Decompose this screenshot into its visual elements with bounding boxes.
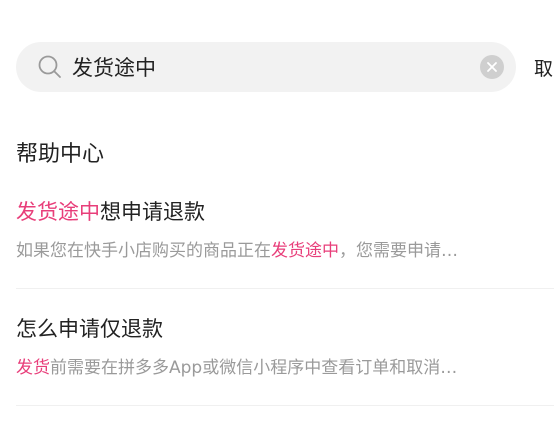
result-title: 怎么申请仅退款 — [16, 317, 163, 341]
result-snippet-text: ，您需要申请… — [339, 241, 458, 261]
search-bar[interactable] — [16, 42, 516, 92]
clear-icon[interactable] — [480, 55, 504, 79]
result-snippet: 如果您在快手小店购买的商品正在发货途中，您需要申请… — [16, 238, 554, 264]
result-item[interactable]: 发货途中想申请退款 如果您在快手小店购买的商品正在发货途中，您需要申请… — [16, 196, 554, 264]
divider — [16, 288, 554, 289]
cancel-button[interactable]: 取 — [534, 54, 553, 81]
divider — [16, 405, 554, 406]
result-title-highlight: 发货途中 — [16, 200, 100, 224]
result-snippet-text: 如果您在快手小店购买的商品正在 — [16, 241, 271, 261]
result-title: 发货途中想申请退款 — [16, 196, 554, 228]
search-results-page: 取 帮助中心 发货途中想申请退款 如果您在快手小店购买的商品正在发货途中，您需要… — [0, 0, 554, 432]
result-snippet-highlight: 发货途中 — [271, 241, 339, 261]
search-icon — [36, 53, 64, 81]
result-snippet: 发货前需要在拼多多App或微信小程序中查看订单和取消… — [16, 355, 554, 381]
result-title-text: 想申请退款 — [100, 200, 205, 224]
section-title: 帮助中心 — [16, 142, 105, 167]
result-snippet-text: 前需要在拼多多App或微信小程序中查看订单和取消… — [50, 358, 458, 378]
result-item[interactable]: 怎么申请仅退款 发货前需要在拼多多App或微信小程序中查看订单和取消… — [16, 313, 554, 381]
result-snippet-highlight: 发货 — [16, 358, 50, 378]
search-input[interactable] — [72, 55, 462, 79]
